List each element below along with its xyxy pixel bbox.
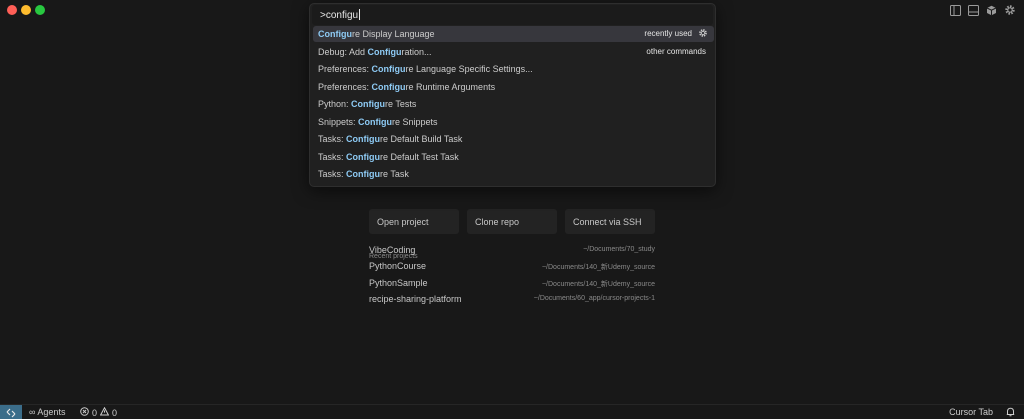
command-item[interactable]: Preferences: Configure Language Specific…: [313, 61, 714, 77]
warning-icon: [99, 406, 110, 418]
command-item[interactable]: Tasks: Configure Task: [313, 166, 714, 182]
command-rest: re Default Build Task: [380, 134, 463, 144]
command-prefix: Debug: Add: [318, 47, 368, 57]
recent-project-row[interactable]: PythonCourse ~/Documents/140_新Udemy_sour…: [369, 261, 655, 273]
command-item[interactable]: Python: Configure Tests: [313, 96, 714, 112]
command-prefix: Python:: [318, 99, 352, 109]
cube-icon[interactable]: [985, 3, 998, 17]
connect-ssh-button[interactable]: Connect via SSH: [565, 209, 655, 234]
minimize-window-button[interactable]: [21, 5, 31, 15]
text-caret: [359, 9, 361, 20]
problems-indicator[interactable]: 0 0: [80, 406, 118, 418]
command-match: Configu: [351, 99, 386, 109]
recent-project-row[interactable]: recipe-sharing-platform ~/Documents/60_a…: [369, 294, 655, 306]
recent-project-row[interactable]: VibeCoding ~/Documents/70_study: [369, 245, 655, 257]
maximize-window-button[interactable]: [35, 5, 45, 15]
command-item[interactable]: Tasks: Configure Default Test Task: [313, 149, 714, 165]
open-project-button[interactable]: Open project: [369, 209, 459, 234]
command-rest: re Language Specific Settings...: [405, 64, 533, 74]
command-prefix: Preferences:: [318, 64, 372, 74]
command-item[interactable]: Preferences: Configure Runtime Arguments: [313, 79, 714, 95]
command-rest: re Tests: [385, 99, 417, 109]
command-palette: >configu Configure Display Language rece…: [309, 3, 716, 187]
recent-project-row[interactable]: PythonSample ~/Documents/140_新Udemy_sour…: [369, 278, 655, 290]
command-match: Configu: [346, 134, 381, 144]
error-count: 0: [92, 407, 98, 418]
command-rest: re Task: [380, 169, 409, 179]
recent-project-path: ~/Documents/60_app/cursor-projects-1: [533, 295, 655, 302]
gear-icon[interactable]: [1003, 3, 1016, 17]
command-item[interactable]: Tasks: Configure Default Build Task: [313, 131, 714, 147]
layout-controls: [949, 3, 1016, 17]
command-prefix: Snippets:: [318, 117, 359, 127]
command-item[interactable]: Debug: Add Configuration... other comman…: [313, 44, 714, 60]
command-match: Configu: [358, 117, 393, 127]
command-palette-input[interactable]: >configu: [312, 5, 713, 25]
command-query-text: >configu: [320, 10, 359, 21]
command-rest: re Display Language: [352, 29, 435, 39]
bell-icon[interactable]: [1006, 407, 1015, 419]
command-match: Configu: [367, 47, 402, 57]
command-item[interactable]: Configure Display Language recently used: [313, 26, 714, 42]
sidebar-left-icon[interactable]: [949, 3, 962, 17]
command-match: Configu: [318, 29, 352, 39]
remote-icon[interactable]: [0, 405, 22, 419]
command-rest: re Runtime Arguments: [405, 82, 496, 92]
command-prefix: Preferences:: [318, 82, 372, 92]
command-match: Configu: [346, 152, 381, 162]
command-prefix: Tasks:: [318, 169, 347, 179]
agents-button[interactable]: ∞ Agents: [29, 407, 65, 417]
warning-count: 0: [112, 407, 118, 418]
command-match: Configu: [346, 169, 381, 179]
other-commands-label: other commands: [646, 47, 706, 56]
command-match: Configu: [371, 82, 406, 92]
panel-bottom-icon[interactable]: [967, 3, 980, 17]
command-prefix: Tasks:: [318, 152, 347, 162]
recent-project-name[interactable]: PythonSample: [369, 278, 428, 288]
command-rest: re Default Test Task: [380, 152, 459, 162]
command-match: Configu: [371, 64, 406, 74]
recent-project-path: ~/Documents/70_study: [583, 246, 655, 253]
command-prefix: Tasks:: [318, 134, 347, 144]
command-rest: ration...: [401, 47, 432, 57]
recent-project-name[interactable]: recipe-sharing-platform: [369, 294, 462, 304]
status-bar: ∞ Agents 0 0 Cursor Tab: [0, 404, 1024, 419]
error-icon: [80, 407, 89, 418]
recent-project-name[interactable]: VibeCoding: [369, 245, 415, 255]
command-item[interactable]: Snippets: Configure Snippets: [313, 114, 714, 130]
configure-keybinding-gear-icon[interactable]: [698, 28, 708, 40]
recent-project-name[interactable]: PythonCourse: [369, 261, 426, 271]
cursor-tab-button[interactable]: Cursor Tab: [949, 407, 993, 417]
close-window-button[interactable]: [7, 5, 17, 15]
recently-used-label: recently used: [644, 29, 692, 38]
command-rest: re Snippets: [392, 117, 438, 127]
recent-project-path: ~/Documents/140_新Udemy_source: [541, 264, 655, 271]
recent-project-path: ~/Documents/140_新Udemy_source: [541, 281, 655, 288]
clone-repo-button[interactable]: Clone repo: [467, 209, 557, 234]
